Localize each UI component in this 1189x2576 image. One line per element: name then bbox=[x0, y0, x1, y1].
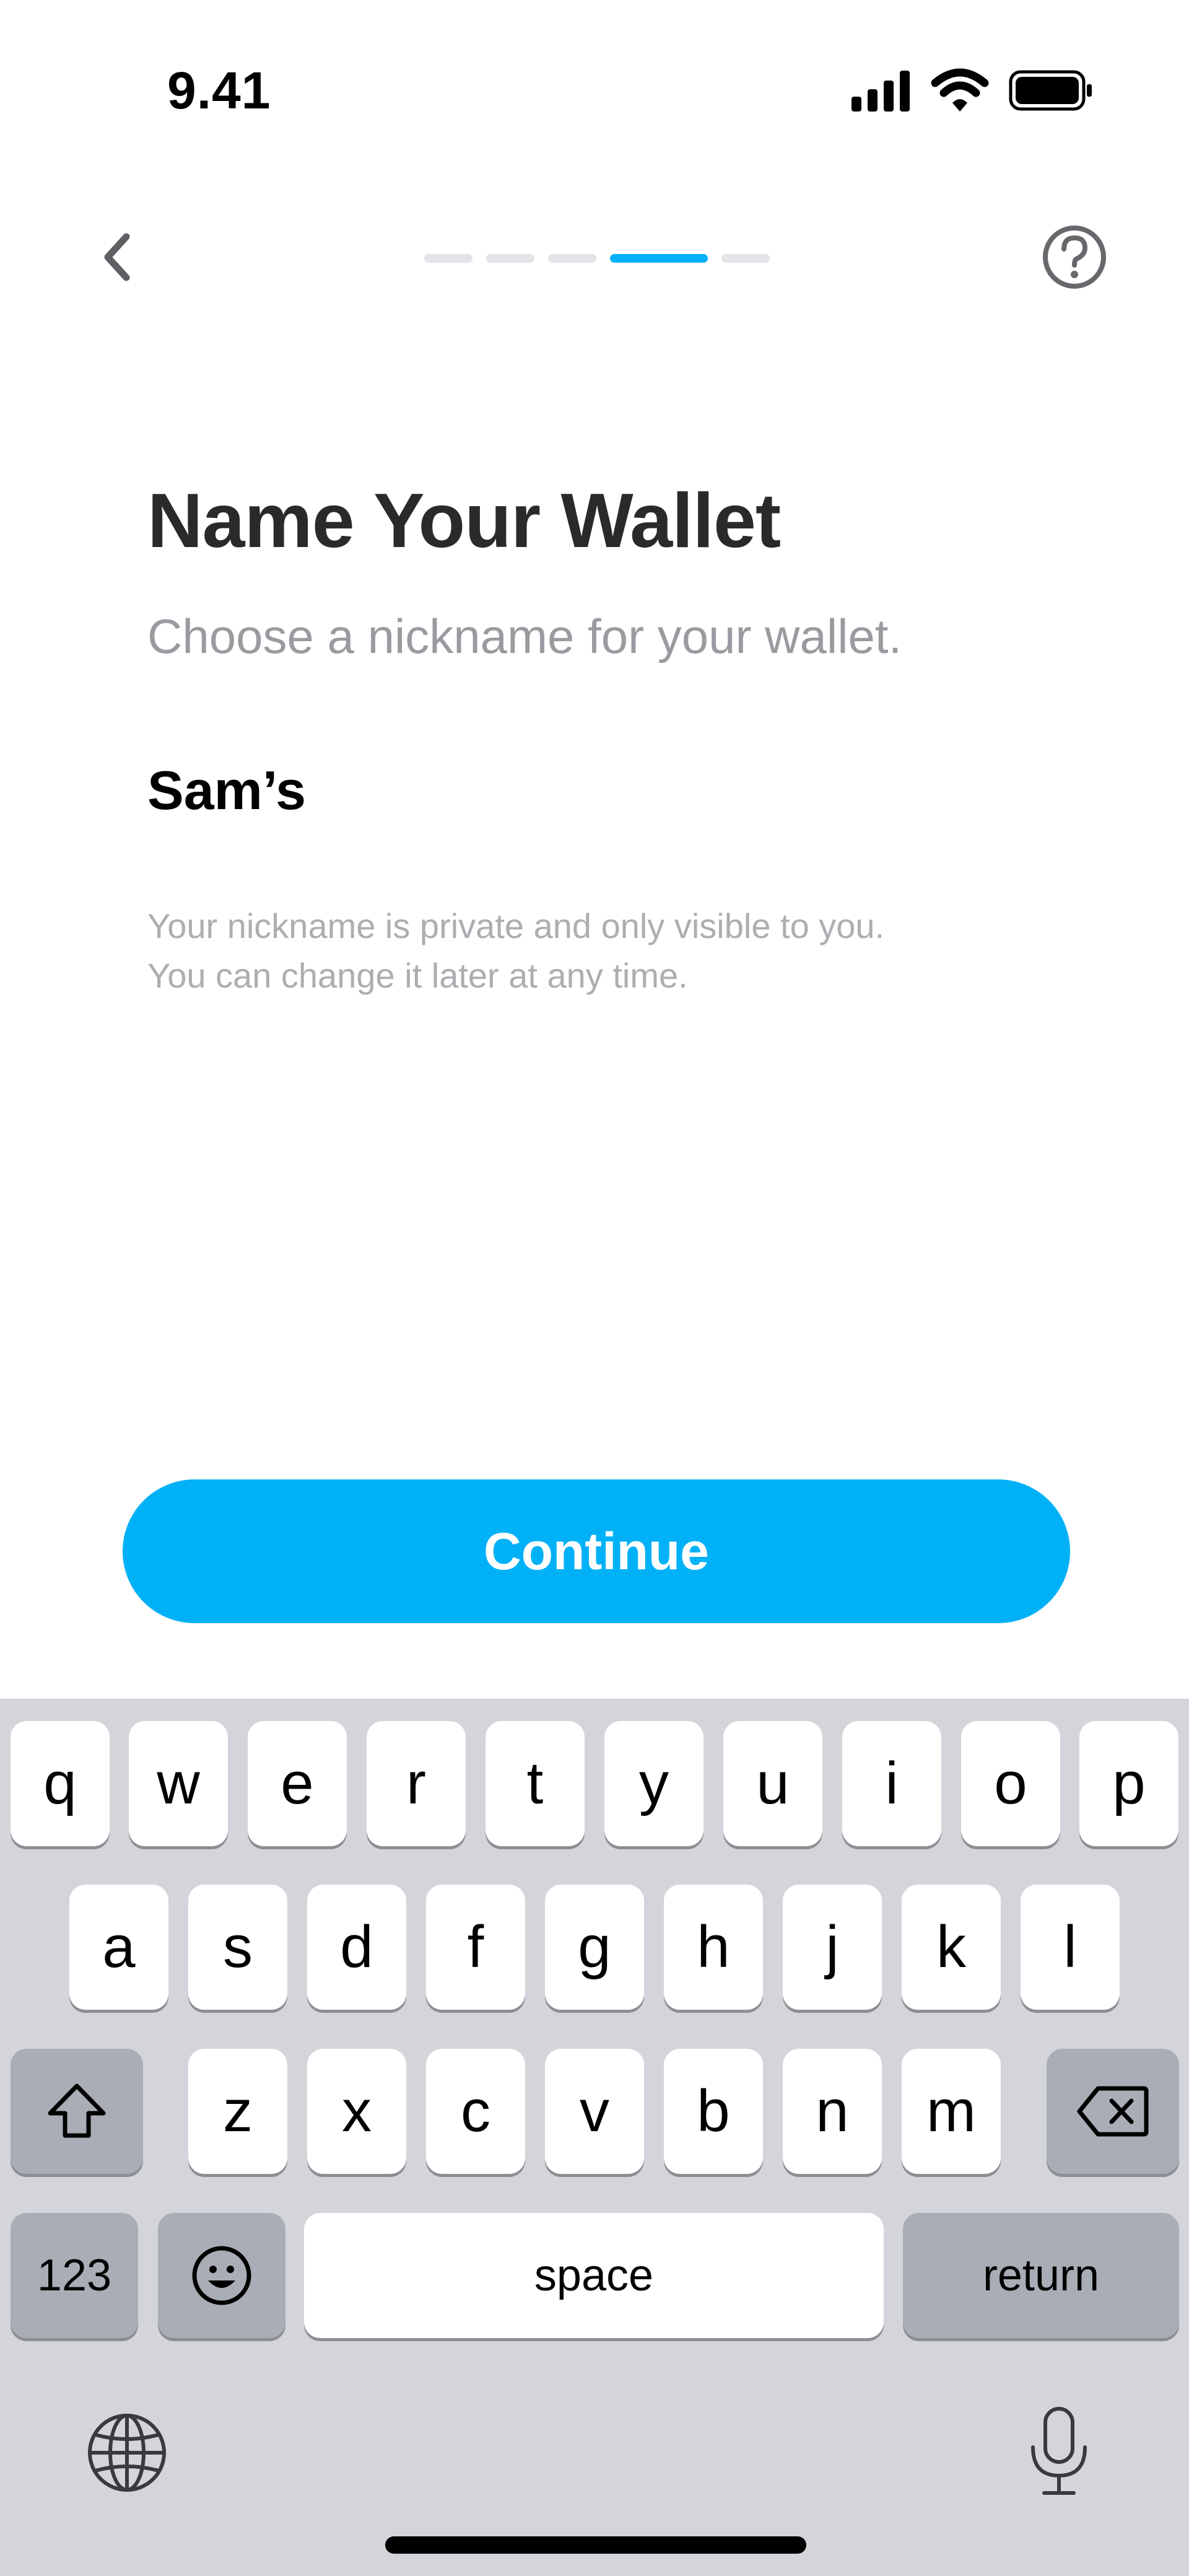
key-w[interactable]: w bbox=[129, 1721, 228, 1846]
progress-step-5 bbox=[721, 254, 770, 263]
delete-icon bbox=[1077, 2086, 1149, 2137]
key-p[interactable]: p bbox=[1079, 1721, 1178, 1846]
progress-step-4-active bbox=[610, 254, 708, 263]
key-v[interactable]: v bbox=[545, 2049, 644, 2174]
key-k[interactable]: k bbox=[902, 1885, 1001, 2010]
key-d[interactable]: d bbox=[307, 1885, 406, 2010]
key-o[interactable]: o bbox=[961, 1721, 1060, 1846]
key-x[interactable]: x bbox=[307, 2049, 406, 2174]
key-r[interactable]: r bbox=[367, 1721, 466, 1846]
key-h[interactable]: h bbox=[664, 1885, 763, 2010]
key-c[interactable]: c bbox=[426, 2049, 525, 2174]
key-e[interactable]: e bbox=[248, 1721, 347, 1846]
page-subtitle: Choose a nickname for your wallet. bbox=[147, 609, 902, 664]
progress-step-2 bbox=[486, 254, 534, 263]
key-t[interactable]: t bbox=[486, 1721, 585, 1846]
key-j[interactable]: j bbox=[783, 1885, 882, 2010]
help-text-line-1: Your nickname is private and only visibl… bbox=[147, 906, 885, 945]
home-indicator bbox=[385, 2536, 806, 2554]
chevron-left-icon[interactable] bbox=[87, 223, 149, 291]
page-title: Name Your Wallet bbox=[147, 478, 781, 564]
continue-button[interactable]: Continue bbox=[123, 1479, 1070, 1623]
battery-icon bbox=[1009, 70, 1092, 111]
key-m[interactable]: m bbox=[902, 2049, 1001, 2174]
key-s[interactable]: s bbox=[188, 1885, 287, 2010]
key-b[interactable]: b bbox=[664, 2049, 763, 2174]
question-circle-icon[interactable] bbox=[1040, 223, 1108, 291]
status-time: 9.41 bbox=[167, 61, 271, 120]
space-key-label: space bbox=[534, 2251, 654, 2300]
key-z[interactable]: z bbox=[188, 2049, 287, 2174]
help-text-line-2: You can change it later at any time. bbox=[147, 956, 688, 995]
progress-step-3 bbox=[548, 254, 596, 263]
key-i[interactable]: i bbox=[842, 1721, 941, 1846]
progress-step-1 bbox=[424, 254, 473, 263]
status-icons bbox=[851, 68, 1092, 112]
delete-key[interactable] bbox=[1047, 2049, 1179, 2174]
return-key-label: return bbox=[982, 2251, 1100, 2300]
nickname-help-text: Your nickname is private and only visibl… bbox=[147, 901, 1076, 1001]
keyboard: q w e r t y u i o p a s d f g h j k l z … bbox=[0, 1699, 1189, 2576]
numbers-key-label: 123 bbox=[37, 2251, 112, 2300]
emoji-key[interactable] bbox=[158, 2213, 285, 2338]
key-q[interactable]: q bbox=[11, 1721, 110, 1846]
microphone-icon[interactable] bbox=[1022, 2405, 1096, 2498]
return-key[interactable]: return bbox=[903, 2213, 1179, 2338]
key-l[interactable]: l bbox=[1021, 1885, 1120, 2010]
numbers-key[interactable]: 123 bbox=[11, 2213, 138, 2338]
nickname-input[interactable]: Sam’s bbox=[147, 759, 306, 822]
key-a[interactable]: a bbox=[69, 1885, 168, 2010]
key-y[interactable]: y bbox=[604, 1721, 703, 1846]
wifi-icon bbox=[931, 68, 989, 112]
progress-indicator bbox=[424, 254, 770, 263]
space-key[interactable]: space bbox=[304, 2213, 884, 2338]
key-g[interactable]: g bbox=[545, 1885, 644, 2010]
globe-icon[interactable] bbox=[85, 2411, 169, 2495]
key-n[interactable]: n bbox=[783, 2049, 882, 2174]
key-f[interactable]: f bbox=[426, 1885, 525, 2010]
cellular-signal-icon bbox=[851, 71, 910, 112]
emoji-icon bbox=[192, 2246, 251, 2305]
key-u[interactable]: u bbox=[723, 1721, 822, 1846]
shift-icon bbox=[48, 2083, 106, 2138]
shift-key[interactable] bbox=[11, 2049, 143, 2174]
